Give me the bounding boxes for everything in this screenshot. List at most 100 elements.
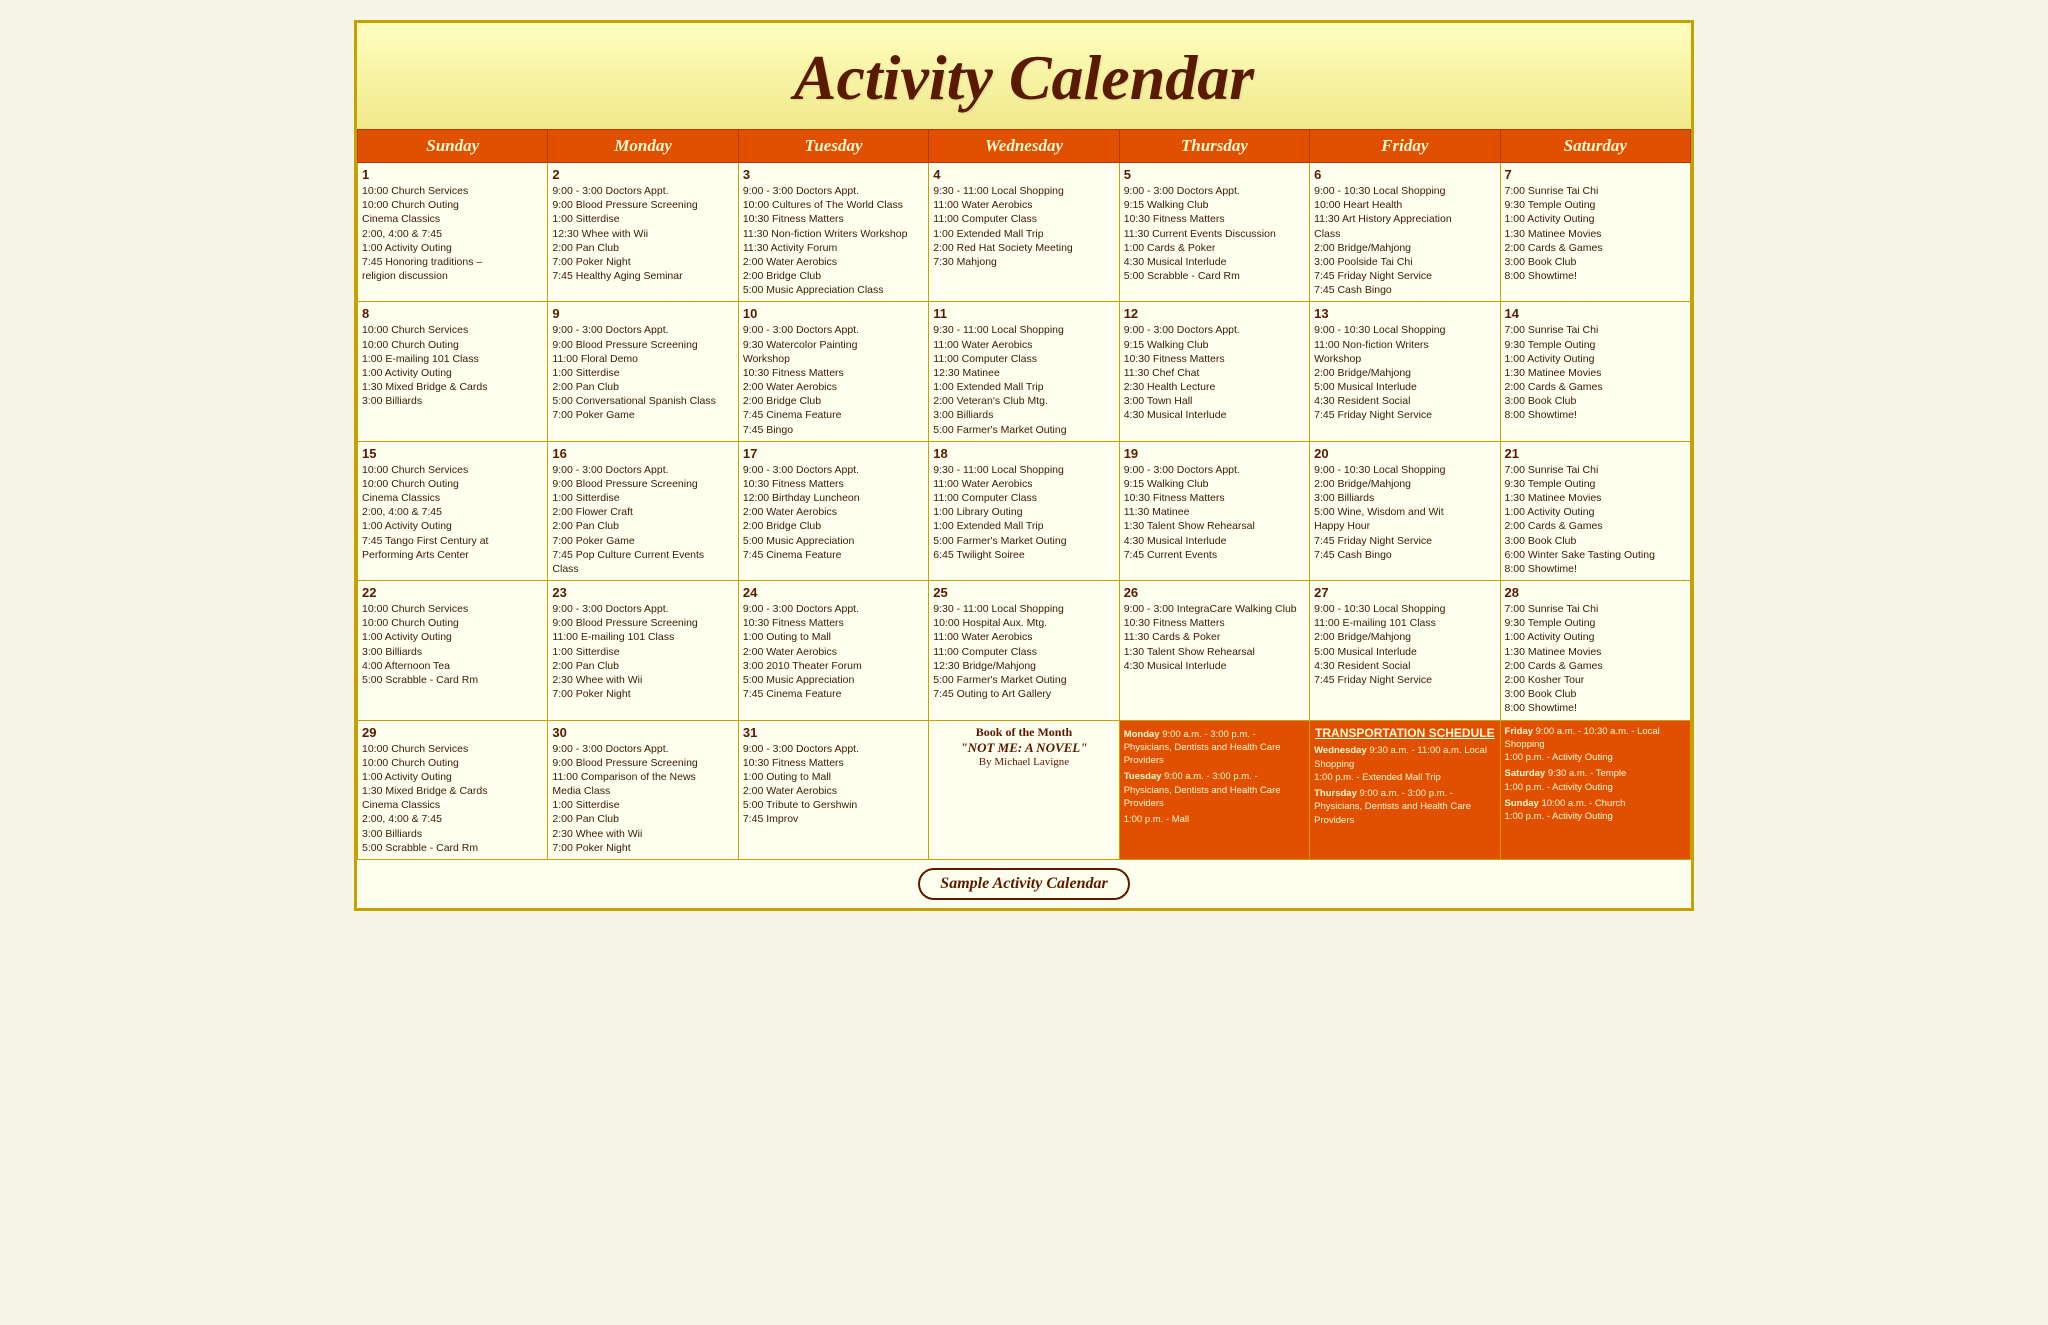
transport-thursday-text: Thursday 9:00 a.m. - 3:00 p.m. - Physici…: [1314, 787, 1495, 827]
event-item: 11:30 Chef Chat: [1124, 366, 1305, 380]
event-item: 2:00 Cards & Games: [1505, 241, 1686, 255]
calendar-footer: Sample Activity Calendar: [357, 860, 1691, 908]
event-item: 7:45 Cinema Feature: [743, 408, 924, 422]
event-item: 11:00 Water Aerobics: [933, 198, 1114, 212]
event-item: 7:00 Poker Night: [552, 255, 733, 269]
event-item: 7:00 Poker Night: [552, 841, 733, 855]
event-item: 2:00 Cards & Games: [1505, 659, 1686, 673]
event-item: 11:30 Activity Forum: [743, 241, 924, 255]
day-number: 30: [552, 725, 733, 740]
event-item: 2:00 Water Aerobics: [743, 784, 924, 798]
header-monday: Monday: [548, 130, 738, 163]
week-row-5: 2910:00 Church Services10:00 Church Outi…: [358, 720, 1691, 859]
event-item: 10:00 Church Services: [362, 742, 543, 756]
event-item: 9:30 Temple Outing: [1505, 338, 1686, 352]
calendar-title: Activity Calendar: [367, 41, 1681, 115]
event-item: 1:00 E-mailing 101 Class: [362, 352, 543, 366]
event-item: 9:00 - 3:00 Doctors Appt.: [552, 463, 733, 477]
event-item: 7:45 Current Events: [1124, 548, 1305, 562]
event-item: 11:30 Cards & Poker: [1124, 630, 1305, 644]
event-item: 7:00 Sunrise Tai Chi: [1505, 602, 1686, 616]
event-item: 11:30 Art History Appreciation: [1314, 212, 1495, 226]
event-item: 10:00 Cultures of The World Class: [743, 198, 924, 212]
book-title: "NOT ME: A NOVEL": [933, 740, 1114, 756]
day-cell: 2910:00 Church Services10:00 Church Outi…: [358, 720, 548, 859]
day-cell: 49:30 - 11:00 Local Shopping11:00 Water …: [929, 163, 1119, 302]
day-cell: 39:00 - 3:00 Doctors Appt.10:00 Cultures…: [738, 163, 928, 302]
event-item: 3:00 Town Hall: [1124, 394, 1305, 408]
event-item: 11:00 Comparison of the News: [552, 770, 733, 784]
event-item: 1:00 Activity Outing: [1505, 630, 1686, 644]
event-item: 1:00 Sitterdise: [552, 645, 733, 659]
event-item: 2:00 Pan Club: [552, 519, 733, 533]
day-cell: 29:00 - 3:00 Doctors Appt.9:00 Blood Pre…: [548, 163, 738, 302]
event-item: 7:00 Poker Game: [552, 408, 733, 422]
event-item: 1:00 Extended Mall Trip: [933, 519, 1114, 533]
event-item: 2:00 Pan Club: [552, 812, 733, 826]
event-item: 7:00 Sunrise Tai Chi: [1505, 463, 1686, 477]
event-item: 5:00 Conversational Spanish Class: [552, 394, 733, 408]
event-item: 9:00 - 10:30 Local Shopping: [1314, 184, 1495, 198]
event-item: 11:00 E-mailing 101 Class: [552, 630, 733, 644]
event-item: 2:00 Bridge Club: [743, 519, 924, 533]
event-item: 9:00 - 10:30 Local Shopping: [1314, 602, 1495, 616]
day-number: 20: [1314, 446, 1495, 461]
event-item: 9:00 - 3:00 Doctors Appt.: [743, 602, 924, 616]
event-item: 1:00 Activity Outing: [1505, 352, 1686, 366]
day-cell: 139:00 - 10:30 Local Shopping11:00 Non-f…: [1310, 302, 1500, 441]
event-item: 9:00 - 10:30 Local Shopping: [1314, 463, 1495, 477]
event-item: 1:30 Matinee Movies: [1505, 491, 1686, 505]
header-friday: Friday: [1310, 130, 1500, 163]
event-item: 5:00 Scrabble - Card Rm: [1124, 269, 1305, 283]
event-item: 5:00 Music Appreciation: [743, 534, 924, 548]
event-item: Class: [552, 562, 733, 576]
event-item: 7:45 Honoring traditions –: [362, 255, 543, 269]
event-item: 2:00, 4:00 & 7:45: [362, 227, 543, 241]
event-item: 7:45 Cinema Feature: [743, 548, 924, 562]
transport-friday: TRANSPORTATION SCHEDULE Wednesday 9:30 a…: [1310, 720, 1500, 859]
day-number: 13: [1314, 306, 1495, 321]
transport-saturday-text: Saturday 9:30 a.m. - Temple1:00 p.m. - A…: [1505, 767, 1686, 794]
day-number: 16: [552, 446, 733, 461]
event-item: 8:00 Showtime!: [1505, 408, 1686, 422]
event-item: 1:00 Extended Mall Trip: [933, 227, 1114, 241]
day-number: 28: [1505, 585, 1686, 600]
day-cell: 1510:00 Church Services10:00 Church Outi…: [358, 441, 548, 580]
event-item: 10:00 Church Outing: [362, 477, 543, 491]
event-item: 1:00 Outing to Mall: [743, 770, 924, 784]
event-item: 1:30 Matinee Movies: [1505, 227, 1686, 241]
transport-thursday-time: 1:00 p.m. - Mall: [1124, 813, 1305, 826]
day-cell: 179:00 - 3:00 Doctors Appt.10:30 Fitness…: [738, 441, 928, 580]
event-item: 5:00 Farmer's Market Outing: [933, 534, 1114, 548]
day-cell: 269:00 - 3:00 IntegraCare Walking Club10…: [1119, 581, 1309, 720]
days-header-row: Sunday Monday Tuesday Wednesday Thursday…: [358, 130, 1691, 163]
event-item: 2:00 Bridge/Mahjong: [1314, 241, 1495, 255]
event-item: Workshop: [743, 352, 924, 366]
event-item: 1:00 Sitterdise: [552, 212, 733, 226]
day-cell: 2210:00 Church Services10:00 Church Outi…: [358, 581, 548, 720]
event-item: 10:00 Hospital Aux. Mtg.: [933, 616, 1114, 630]
day-cell: 189:30 - 11:00 Local Shopping11:00 Water…: [929, 441, 1119, 580]
event-item: 9:00 - 3:00 Doctors Appt.: [552, 602, 733, 616]
day-cell: 77:00 Sunrise Tai Chi9:30 Temple Outing1…: [1500, 163, 1690, 302]
event-item: 5:00 Musical Interlude: [1314, 380, 1495, 394]
event-item: 2:00 Water Aerobics: [743, 505, 924, 519]
day-number: 24: [743, 585, 924, 600]
event-item: 3:00 Billiards: [362, 394, 543, 408]
event-item: 9:00 - 3:00 Doctors Appt.: [743, 323, 924, 337]
event-item: 7:45 Healthy Aging Seminar: [552, 269, 733, 283]
book-of-month-cell: Book of the Month "NOT ME: A NOVEL" By M…: [929, 720, 1119, 859]
event-item: 9:00 - 3:00 Doctors Appt.: [743, 463, 924, 477]
event-item: 2:00 Bridge Club: [743, 269, 924, 283]
event-item: 10:30 Fitness Matters: [1124, 212, 1305, 226]
event-item: 5:00 Musical Interlude: [1314, 645, 1495, 659]
event-item: 11:00 Water Aerobics: [933, 477, 1114, 491]
day-number: 25: [933, 585, 1114, 600]
event-item: 9:30 - 11:00 Local Shopping: [933, 602, 1114, 616]
event-item: Media Class: [552, 784, 733, 798]
transport-thursday: Monday 9:00 a.m. - 3:00 p.m. - Physician…: [1119, 720, 1309, 859]
transport-friday-text: Friday 9:00 a.m. - 10:30 a.m. - Local Sh…: [1505, 725, 1686, 765]
day-cell: 287:00 Sunrise Tai Chi9:30 Temple Outing…: [1500, 581, 1690, 720]
event-item: 1:00 Activity Outing: [362, 519, 543, 533]
event-item: Cinema Classics: [362, 798, 543, 812]
